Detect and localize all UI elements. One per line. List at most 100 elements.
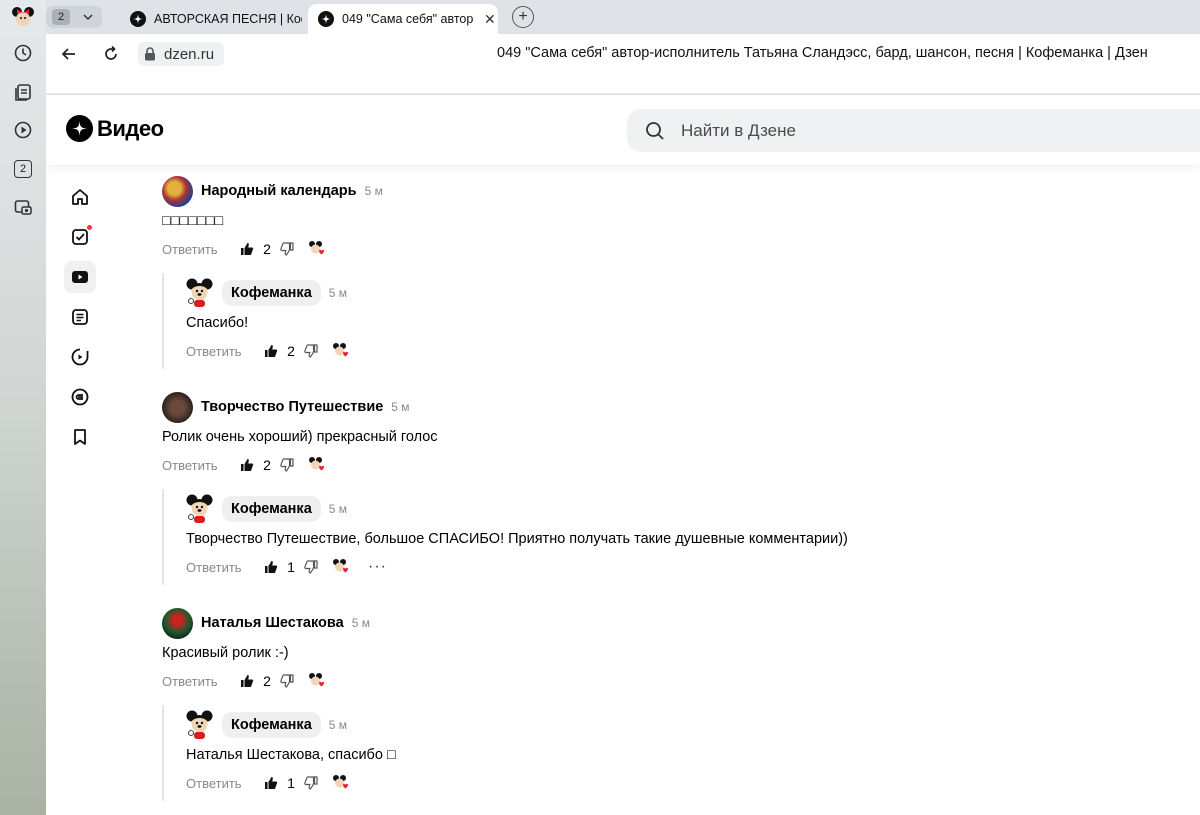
avatar[interactable] — [186, 710, 214, 741]
comment-time: 5 м — [364, 184, 383, 198]
more-icon[interactable]: ··· — [368, 558, 387, 576]
home-icon[interactable] — [64, 181, 96, 213]
comment-time: 5 м — [391, 400, 410, 414]
reply-button[interactable]: Ответить — [186, 560, 264, 575]
mickey-heart-icon — [308, 456, 326, 474]
comment-text: Наталья Шестакова, спасибо □ — [186, 747, 396, 763]
reply-button[interactable]: Ответить — [162, 674, 240, 689]
site-header: Видео Найти в Дзене — [46, 95, 1200, 165]
play-circle-icon[interactable] — [10, 117, 36, 143]
articles-icon[interactable] — [64, 301, 96, 333]
reply-thread: Кофеманка 5 м Спасибо! Ответить 2 — [162, 273, 1162, 369]
thumb-down-icon[interactable] — [304, 344, 318, 358]
thumb-down-icon[interactable] — [280, 458, 294, 472]
back-arrow-icon[interactable] — [58, 43, 80, 65]
comment-text: Ролик очень хороший) прекрасный голос — [162, 429, 438, 445]
channels-icon[interactable] — [64, 381, 96, 413]
avatar[interactable] — [162, 391, 193, 423]
lock-icon — [145, 47, 155, 61]
comments-list: Народный календарь 5 м □□□□□□□ Ответить … — [162, 175, 1162, 801]
comment-author[interactable]: Народный календарь — [201, 183, 357, 199]
thumb-up-icon[interactable] — [240, 674, 254, 688]
logo-text: Видео — [97, 115, 164, 141]
chevron-down-icon — [83, 14, 93, 21]
address-bar-row: dzen.ru 049 "Сама себя" автор-исполнител… — [46, 34, 1200, 74]
comment-item: Наталья Шестакова 5 м Красивый ролик :-)… — [162, 607, 1162, 801]
reply-thread: Кофеманка 5 м Наталья Шестакова, спасибо… — [162, 705, 1162, 801]
search-input[interactable]: Найти в Дзене — [627, 109, 1200, 152]
notification-dot — [86, 224, 93, 231]
comment-author[interactable]: Кофеманка — [222, 496, 321, 522]
comment-item: Творчество Путешествие 5 м Ролик очень х… — [162, 391, 1162, 585]
zen-favicon-icon — [318, 11, 334, 27]
zen-logo-icon — [66, 115, 93, 142]
comment-time: 5 м — [328, 502, 348, 516]
avatar[interactable] — [162, 175, 193, 207]
avatar[interactable] — [186, 494, 214, 525]
page-title: 049 "Сама себя" автор-исполнитель Татьян… — [497, 45, 1148, 61]
mickey-heart-icon — [308, 672, 326, 690]
url-field[interactable]: dzen.ru — [138, 42, 225, 66]
shorts-icon[interactable] — [64, 341, 96, 373]
tab-current-video[interactable]: 049 "Сама себя" автор-исполнитель ✕ — [308, 4, 498, 34]
thumb-up-icon[interactable] — [240, 458, 254, 472]
comment-text: Спасибо! — [186, 315, 249, 331]
thumb-up-icon[interactable] — [264, 776, 278, 790]
thumb-down-icon[interactable] — [304, 776, 318, 790]
thumb-down-icon[interactable] — [304, 560, 318, 574]
subscriptions-icon[interactable] — [64, 221, 96, 253]
bookmark-icon[interactable] — [64, 421, 96, 453]
dzen-page: Видео Найти в Дзене Народный календарь 5… — [46, 95, 1200, 815]
search-icon — [646, 121, 664, 140]
new-tab-button[interactable]: + — [512, 6, 534, 28]
close-icon[interactable]: ✕ — [484, 11, 496, 28]
comment-text: Творчество Путешествие, большое СПАСИБО!… — [186, 531, 848, 547]
reload-icon[interactable] — [100, 43, 122, 65]
reply-button[interactable]: Ответить — [186, 776, 264, 791]
thumb-down-icon[interactable] — [280, 674, 294, 688]
reply-button[interactable]: Ответить — [186, 344, 264, 359]
screenshot-icon[interactable] — [10, 194, 36, 220]
comment-time: 5 м — [351, 616, 370, 630]
collections-icon[interactable] — [10, 79, 36, 105]
tab-group-switcher[interactable]: 2 — [46, 6, 102, 28]
comment-author[interactable]: Кофеманка — [222, 712, 321, 738]
tab-strip: 2 АВТОРСКАЯ ПЕСНЯ | Кофеманка 049 "Сама … — [46, 0, 1200, 34]
tab-count-badge[interactable]: 2 — [10, 156, 36, 182]
mickey-heart-icon — [308, 240, 326, 258]
browser-sidebar: 2 — [0, 0, 46, 815]
video-icon[interactable] — [64, 261, 96, 293]
reply-button[interactable]: Ответить — [162, 242, 240, 257]
comment-text: □□□□□□□ — [162, 213, 224, 229]
thumb-up-icon[interactable] — [264, 344, 278, 358]
avatar[interactable] — [186, 278, 214, 309]
comment-author[interactable]: Наталья Шестакова — [201, 615, 344, 631]
zen-favicon-icon — [130, 11, 146, 27]
comment-author[interactable]: Кофеманка — [222, 280, 321, 306]
mickey-heart-icon — [332, 342, 350, 360]
thumb-up-icon[interactable] — [240, 242, 254, 256]
search-placeholder: Найти в Дзене — [681, 120, 796, 140]
video-logo[interactable]: Видео — [66, 115, 164, 142]
tab-title: 049 "Сама себя" автор-исполнитель — [342, 12, 474, 26]
comment-time: 5 м — [328, 286, 348, 300]
like-count: 1 — [287, 559, 295, 575]
history-icon[interactable] — [10, 40, 36, 66]
mickey-heart-icon — [332, 558, 350, 576]
comment-text: Красивый ролик :-) — [162, 645, 289, 661]
profile-avatar[interactable] — [10, 4, 36, 30]
tab-author-song[interactable]: АВТОРСКАЯ ПЕСНЯ | Кофеманка — [120, 4, 302, 34]
like-count: 2 — [263, 673, 271, 689]
thumb-down-icon[interactable] — [280, 242, 294, 256]
reply-thread: Кофеманка 5 м Творчество Путешествие, бо… — [162, 489, 1162, 585]
side-nav — [64, 181, 96, 461]
mickey-heart-icon — [332, 774, 350, 792]
comment-item: Народный календарь 5 м □□□□□□□ Ответить … — [162, 175, 1162, 369]
comment-author[interactable]: Творчество Путешествие — [201, 399, 383, 415]
reply-button[interactable]: Ответить — [162, 458, 240, 473]
url-text: dzen.ru — [164, 45, 215, 63]
like-count: 2 — [263, 241, 271, 257]
avatar[interactable] — [162, 607, 193, 639]
like-count: 1 — [287, 775, 295, 791]
thumb-up-icon[interactable] — [264, 560, 278, 574]
